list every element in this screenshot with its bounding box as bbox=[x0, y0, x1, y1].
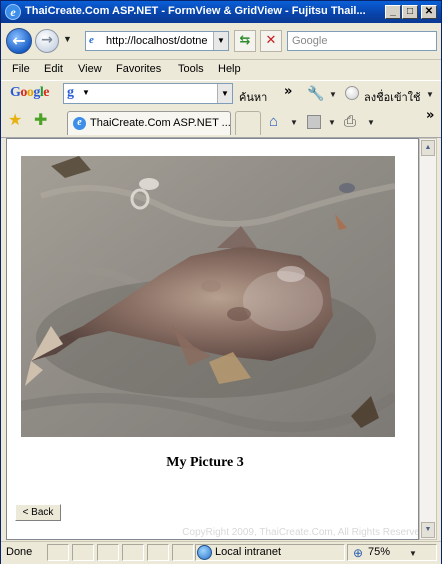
close-button[interactable]: ✕ bbox=[421, 5, 437, 19]
page-viewport: My Picture 3 < Back CopyRight 2009, Thai… bbox=[6, 138, 419, 540]
refresh-icon[interactable]: ⇆ bbox=[234, 30, 256, 52]
more-chevron-icon[interactable]: » bbox=[284, 84, 292, 99]
stop-icon[interactable]: ✕ bbox=[260, 30, 282, 52]
fish-on-sand-photo bbox=[21, 156, 395, 437]
tab-label[interactable]: ThaiCreate.Com ASP.NET ... bbox=[90, 117, 231, 129]
signin-dropdown-icon[interactable]: ▼ bbox=[426, 90, 434, 99]
search-placeholder: Google bbox=[292, 35, 328, 47]
google-toolbar: Google g ▼ ▼ ค้นหา » 🔧 ▼ ลงชื่อเข้าใช้ ▼ bbox=[1, 80, 441, 108]
tab-bar: ★ ✚ e ThaiCreate.Com ASP.NET ... ⌂ ▼ ▼ ⎙… bbox=[1, 107, 441, 138]
signin-button[interactable]: ลงชื่อเข้าใช้ bbox=[364, 88, 420, 106]
google-history-dropdown-icon[interactable]: ▼ bbox=[217, 84, 232, 103]
new-tab-button[interactable] bbox=[235, 111, 261, 135]
history-dropdown-icon[interactable]: ▼ bbox=[63, 34, 72, 44]
menu-view[interactable]: View bbox=[78, 63, 102, 75]
menu-edit[interactable]: Edit bbox=[44, 63, 63, 75]
print-dropdown-icon[interactable]: ▼ bbox=[367, 118, 375, 127]
title-bar: e ThaiCreate.Com ASP.NET - FormView & Gr… bbox=[1, 1, 441, 23]
vertical-scrollbar[interactable]: ▲ ▼ bbox=[419, 138, 437, 540]
google-options-dropdown-icon[interactable]: ▼ bbox=[82, 88, 90, 97]
back-arrow-icon[interactable]: ← bbox=[6, 28, 32, 54]
copyright-text: CopyRight 2009, ThaiCreate.Com, All Righ… bbox=[182, 527, 419, 538]
home-dropdown-icon[interactable]: ▼ bbox=[290, 118, 298, 127]
address-text[interactable]: http://localhost/dotne bbox=[106, 35, 210, 47]
zoom-level[interactable]: 75% bbox=[368, 546, 390, 558]
google-search-button[interactable]: ค้นหา bbox=[239, 88, 267, 106]
tab-ie-icon: e bbox=[73, 117, 86, 130]
browser-window: e ThaiCreate.Com ASP.NET - FormView & Gr… bbox=[0, 0, 442, 564]
wrench-icon[interactable]: 🔧 bbox=[307, 85, 324, 101]
forward-arrow-icon[interactable]: → bbox=[35, 29, 59, 53]
page-icon: e bbox=[89, 34, 94, 46]
maximize-button[interactable]: □ bbox=[402, 5, 418, 19]
search-input[interactable]: Google bbox=[287, 31, 437, 51]
status-pane bbox=[147, 544, 169, 561]
status-pane bbox=[172, 544, 194, 561]
picture-image bbox=[21, 156, 395, 437]
rss-icon[interactable] bbox=[307, 115, 321, 129]
add-favorite-icon[interactable]: ✚ bbox=[34, 113, 47, 129]
picture-caption: My Picture 3 bbox=[166, 455, 244, 470]
tab-active[interactable]: e ThaiCreate.Com ASP.NET ... bbox=[67, 111, 231, 135]
zoom-dropdown-icon[interactable]: ▼ bbox=[409, 549, 417, 558]
menu-bar: File Edit View Favorites Tools Help bbox=[1, 60, 441, 80]
rss-dropdown-icon[interactable]: ▼ bbox=[328, 118, 336, 127]
scroll-down-icon[interactable]: ▼ bbox=[421, 522, 435, 538]
status-bar: Done Local intranet ⊕ 75% ▼ bbox=[1, 541, 441, 564]
wrench-dropdown-icon[interactable]: ▼ bbox=[329, 90, 337, 99]
zoom-icon[interactable]: ⊕ bbox=[353, 546, 363, 560]
tab-more-chevron-icon[interactable]: » bbox=[426, 108, 434, 123]
menu-help[interactable]: Help bbox=[218, 63, 241, 75]
status-text: Done bbox=[6, 546, 33, 558]
back-button[interactable]: < Back bbox=[15, 504, 61, 521]
status-pane bbox=[122, 544, 144, 561]
globe-icon bbox=[197, 545, 212, 560]
ie-logo-icon: e bbox=[5, 4, 21, 20]
menu-file[interactable]: File bbox=[12, 63, 30, 75]
address-dropdown-icon[interactable]: ▼ bbox=[213, 32, 228, 50]
google-logo[interactable]: Google bbox=[10, 85, 49, 101]
printer-icon[interactable]: ⎙ bbox=[344, 113, 356, 130]
star-icon[interactable]: ★ bbox=[8, 113, 22, 129]
status-pane bbox=[97, 544, 119, 561]
minimize-button[interactable]: _ bbox=[385, 5, 401, 19]
menu-tools[interactable]: Tools bbox=[178, 63, 204, 75]
google-search-input[interactable]: g ▼ ▼ bbox=[63, 83, 233, 104]
address-toolbar: ← → ▼ e http://localhost/dotne ▼ ⇆ ✕ Goo… bbox=[1, 23, 441, 60]
scroll-up-icon[interactable]: ▲ bbox=[421, 140, 435, 156]
status-pane bbox=[47, 544, 69, 561]
user-circle-icon[interactable] bbox=[345, 86, 359, 100]
google-g-icon[interactable]: g bbox=[67, 85, 74, 101]
address-input[interactable]: e http://localhost/dotne ▼ bbox=[85, 31, 229, 51]
menu-favorites[interactable]: Favorites bbox=[116, 63, 161, 75]
status-pane bbox=[72, 544, 94, 561]
window-title: ThaiCreate.Com ASP.NET - FormView & Grid… bbox=[25, 5, 366, 17]
zone-label: Local intranet bbox=[215, 546, 282, 558]
home-icon[interactable]: ⌂ bbox=[269, 113, 278, 130]
